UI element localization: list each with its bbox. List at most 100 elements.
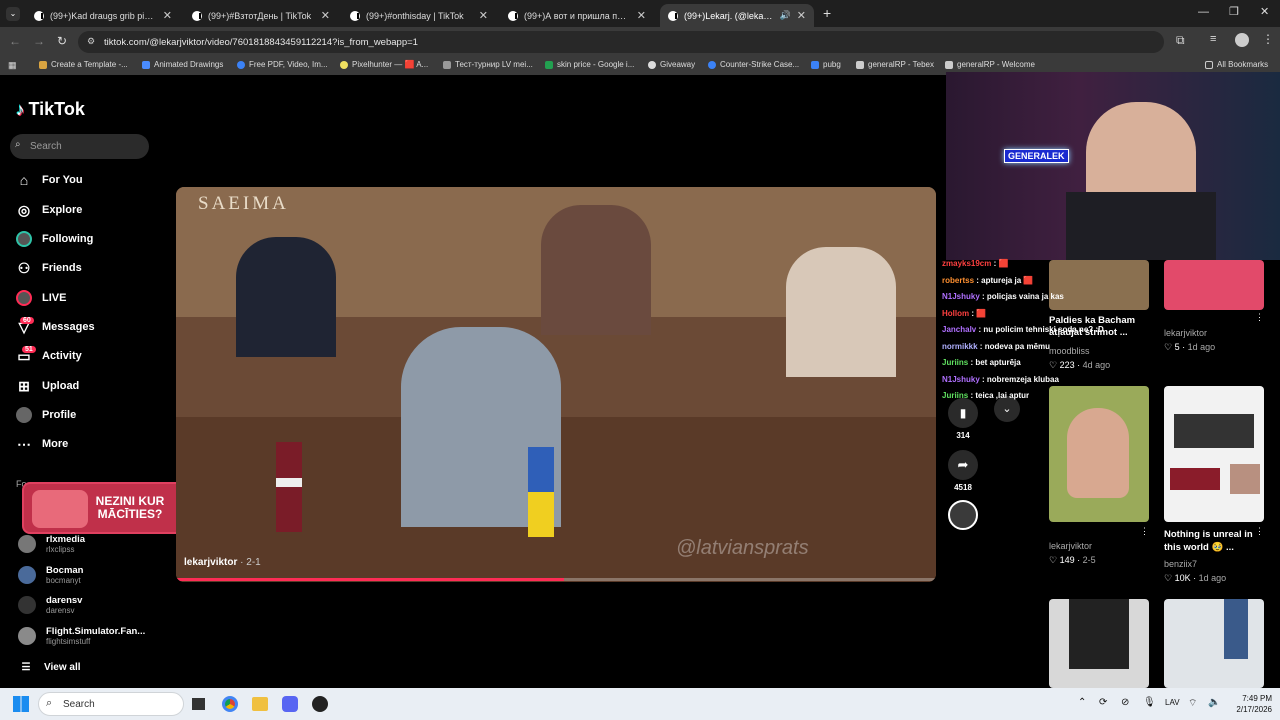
- restore-icon[interactable]: ❐: [1229, 5, 1239, 18]
- tab-3[interactable]: (99+)#onthisday | TikTok ✕: [342, 4, 496, 27]
- share-arrow-icon: ➦: [957, 457, 969, 472]
- nav-following[interactable]: Following: [16, 229, 93, 249]
- bookmark-item[interactable]: Pixelhunter — 🟥 A...: [340, 60, 428, 69]
- account-item[interactable]: Bocman bocmanyt: [18, 565, 83, 585]
- video-title[interactable]: Nothing is unreal in this world 🥹 ...: [1164, 528, 1256, 554]
- forward-icon[interactable]: →: [33, 34, 45, 48]
- task-view-icon[interactable]: [192, 698, 205, 710]
- bookmark-favicon-icon: [39, 60, 47, 69]
- video-thumbnail[interactable]: [1164, 260, 1264, 310]
- bookmark-item[interactable]: generalRP - Tebex: [856, 60, 934, 69]
- video-card-author[interactable]: lekarjviktor: [1164, 328, 1207, 338]
- nav-for-you[interactable]: ⌂ For You: [16, 170, 83, 190]
- bookmark-item[interactable]: generalRP - Welcome: [945, 60, 1035, 69]
- video-author[interactable]: lekarjviktor · 2-1: [184, 557, 261, 568]
- nav-profile[interactable]: Profile: [16, 405, 76, 425]
- all-bookmarks[interactable]: All Bookmarks: [1205, 60, 1268, 69]
- apps-grid-icon[interactable]: ▦: [8, 60, 17, 71]
- video-player[interactable]: SAEIMA @latviansprats lekarjviktor · 2-1: [176, 187, 936, 582]
- tray-mic-icon[interactable]: 🎙: [1143, 697, 1156, 708]
- tab-1[interactable]: (99+)Kad draugs grib piebrauk ✕: [26, 4, 180, 27]
- mascot-image: [32, 490, 88, 528]
- video-card-author[interactable]: benziix7: [1164, 559, 1197, 569]
- video-thumbnail[interactable]: [1164, 599, 1264, 688]
- more-options-icon[interactable]: ⋮: [1140, 526, 1149, 537]
- more-options-icon[interactable]: ⋮: [1255, 312, 1264, 323]
- address-bar[interactable]: ⚙ tiktok.com/@lekarjviktor/video/7601818…: [78, 31, 1164, 53]
- discord-icon[interactable]: [282, 696, 298, 712]
- video-progress-bar[interactable]: [176, 578, 936, 581]
- new-tab-icon[interactable]: +: [823, 5, 831, 21]
- extensions-icon[interactable]: ⧉: [1176, 33, 1185, 48]
- taskbar-clock[interactable]: 7:49 PM 2/17/2026: [1228, 693, 1272, 715]
- file-explorer-icon[interactable]: [252, 697, 268, 711]
- chat-message: Janchalv : nu policim tehniski soda ne? …: [942, 325, 1104, 334]
- tab-search-icon[interactable]: ⌄: [6, 7, 20, 21]
- video-card-author[interactable]: lekarjviktor: [1049, 541, 1092, 551]
- close-window-icon[interactable]: ✕: [1260, 5, 1269, 18]
- bookmark-item[interactable]: Тест-турнир LV mei...: [443, 60, 533, 69]
- account-item[interactable]: Flight.Simulator.Fan... flightsimstuff: [18, 626, 145, 646]
- nav-upload[interactable]: ⊞ Upload: [16, 376, 79, 396]
- tray-sync-icon[interactable]: ⟳: [1099, 697, 1107, 708]
- tray-chevron-up-icon[interactable]: ⌃: [1078, 697, 1086, 708]
- windows-start-icon[interactable]: [13, 696, 29, 712]
- minimize-icon[interactable]: —: [1198, 6, 1209, 18]
- music-disc-avatar[interactable]: [948, 500, 978, 530]
- video-thumbnail[interactable]: [1049, 599, 1149, 688]
- close-tab-icon[interactable]: ✕: [321, 9, 330, 22]
- nav-live[interactable]: LIVE: [16, 288, 66, 308]
- close-tab-icon[interactable]: ✕: [637, 9, 646, 22]
- bookmark-item[interactable]: Counter-Strike Case...: [708, 60, 799, 69]
- video-thumbnail[interactable]: [1164, 386, 1264, 522]
- close-tab-icon[interactable]: ✕: [797, 9, 806, 22]
- search-input[interactable]: ⌕ Search: [10, 134, 149, 159]
- keyboard-language[interactable]: LAV: [1165, 698, 1180, 707]
- speaker-icon[interactable]: 🔊: [780, 10, 791, 21]
- more-icon: ⋯: [17, 435, 31, 452]
- bookmark-item[interactable]: Giveaway: [648, 60, 695, 69]
- tiktok-favicon-icon: [508, 10, 518, 21]
- tray-volume-icon[interactable]: 🔈: [1208, 697, 1220, 708]
- media-control-icon[interactable]: ≡: [1210, 33, 1216, 45]
- ad-banner[interactable]: NEZINI KUR MĀCĪTIES?: [22, 482, 193, 534]
- tab-4[interactable]: (99+)А вот и пришла пора тре ✕: [500, 4, 654, 27]
- video-thumbnail[interactable]: [1049, 386, 1149, 522]
- account-item[interactable]: rlxmedia rlxclipss: [18, 534, 85, 554]
- video-watermark-bottom: @latviansprats: [676, 537, 809, 559]
- more-options-icon[interactable]: ⋮: [1255, 526, 1264, 537]
- tiktok-logo[interactable]: ♪ TikTok: [16, 99, 85, 120]
- reload-icon[interactable]: ↻: [57, 34, 67, 48]
- profile-avatar[interactable]: [1235, 33, 1249, 47]
- chat-message: Juriins : bet apturēja: [942, 358, 1021, 367]
- chat-username: zmayks19cm: [942, 259, 992, 268]
- back-icon[interactable]: ←: [9, 34, 21, 48]
- chrome-taskbar-icon[interactable]: [222, 696, 238, 712]
- bookmark-item[interactable]: Free PDF, Video, Im...: [237, 60, 328, 69]
- share-button[interactable]: ➦: [948, 450, 978, 480]
- nav-more[interactable]: ⋯ More: [16, 434, 68, 454]
- tab-2[interactable]: (99+)#ВзтотДень | TikTok ✕: [184, 4, 338, 27]
- tray-network-icon[interactable]: ⊘: [1121, 697, 1129, 708]
- nav-friends[interactable]: ⚇ Friends: [16, 258, 82, 278]
- video-watermark-top: SAEIMA: [198, 193, 289, 214]
- chrome-menu-icon[interactable]: ⋮: [1262, 32, 1274, 46]
- save-count: 314: [956, 431, 970, 440]
- site-info-icon[interactable]: ⚙: [87, 36, 95, 47]
- account-item[interactable]: darensv darensv: [18, 595, 82, 615]
- video-card-stats: ♡ 149 · 2-5: [1049, 555, 1096, 565]
- view-all-link[interactable]: ☰ View all: [18, 657, 81, 677]
- nav-explore[interactable]: ◎ Explore: [16, 200, 82, 220]
- close-tab-icon[interactable]: ✕: [163, 9, 172, 22]
- bookmark-item[interactable]: pubg: [811, 60, 841, 69]
- thumbnail-figure: [1069, 599, 1129, 669]
- bookmark-item[interactable]: Animated Drawings: [142, 60, 223, 69]
- bookmark-item[interactable]: Create a Template -...: [39, 60, 128, 69]
- tray-wifi-icon[interactable]: ⌔: [1188, 697, 1197, 710]
- tab-active[interactable]: (99+)Lekarj. (@lekarjviktor) 🔊 ✕: [660, 4, 814, 27]
- messages-badge: 60: [20, 317, 34, 324]
- steam-icon[interactable]: [312, 696, 328, 712]
- bookmark-item[interactable]: skin price - Google i...: [545, 60, 634, 69]
- close-tab-icon[interactable]: ✕: [479, 9, 488, 22]
- taskbar-search[interactable]: ⌕ Search: [38, 692, 184, 716]
